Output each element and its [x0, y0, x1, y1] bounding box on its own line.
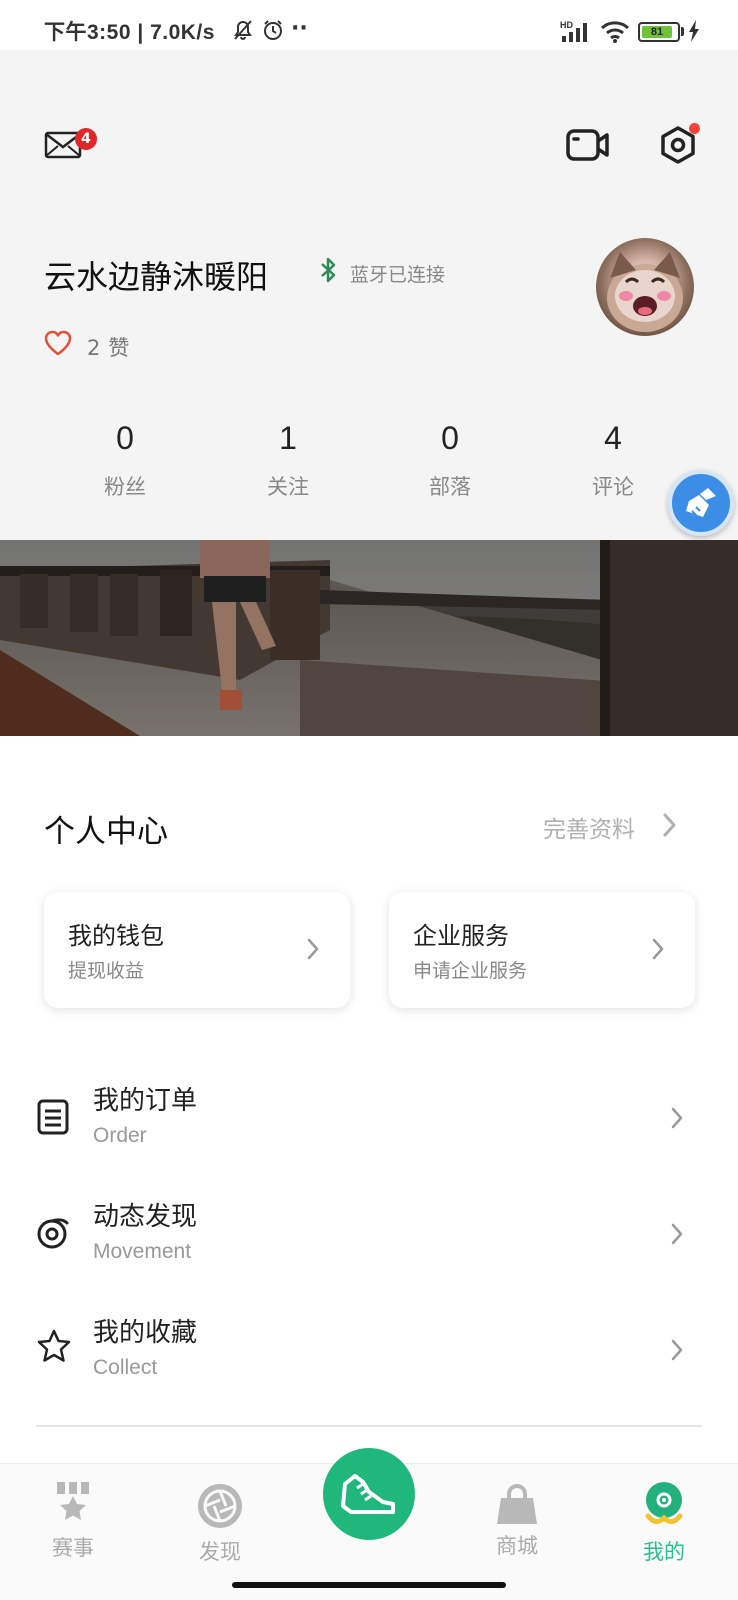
- card-subtitle: 提现收益: [68, 960, 145, 982]
- enterprise-service-card[interactable]: 企业服务 申请企业服务: [389, 892, 695, 1008]
- settings-notification-dot: [689, 123, 700, 134]
- document-icon: [37, 1099, 69, 1135]
- likes-count: 2赞: [87, 332, 129, 362]
- mail-badge: 4: [75, 128, 97, 150]
- username: 云水边静沐暖阳: [44, 258, 269, 296]
- stat-value: 0: [441, 420, 459, 456]
- stat-fans[interactable]: 0 粉丝: [65, 420, 185, 501]
- chevron-right-icon: [307, 938, 319, 960]
- video-camera-icon[interactable]: [566, 128, 610, 162]
- stat-value: 1: [279, 420, 297, 456]
- section-title: 个人中心: [44, 814, 168, 850]
- menu-row-title: 动态发现: [93, 1202, 198, 1232]
- card-subtitle: 申请企业服务: [413, 960, 528, 982]
- stat-comments[interactable]: 4 评论: [553, 420, 673, 501]
- menu-row-movement[interactable]: 动态发现 Movement: [0, 1186, 738, 1286]
- alarm-icon: [264, 20, 282, 40]
- stat-label: 粉丝: [104, 475, 146, 499]
- aperture-icon: [198, 1484, 242, 1528]
- chevron-right-icon: [671, 1223, 683, 1245]
- stat-value: 4: [604, 420, 622, 456]
- nav-label: 发现: [199, 1540, 241, 1564]
- more-indicator-icon: ··: [291, 16, 308, 41]
- home-indicator[interactable]: [232, 1582, 506, 1588]
- avatar[interactable]: [596, 238, 694, 336]
- nav-item-discover[interactable]: 发现: [170, 1482, 270, 1572]
- stat-tribe[interactable]: 0 部落: [390, 420, 510, 501]
- menu-row-subtitle: Movement: [93, 1240, 192, 1263]
- stat-label: 评论: [592, 475, 634, 499]
- menu-row-title: 我的订单: [93, 1086, 198, 1116]
- bell-muted-icon: [234, 20, 252, 40]
- profile-icon: [645, 1482, 683, 1524]
- signal-icon: HD: [560, 20, 587, 42]
- card-title: 我的钱包: [68, 922, 164, 950]
- stat-label: 部落: [429, 475, 471, 499]
- likes-number: 2: [87, 336, 101, 360]
- chevron-right-icon: [671, 1107, 683, 1129]
- battery-icon: 81: [638, 22, 680, 42]
- nav-label: 赛事: [52, 1536, 94, 1560]
- nav-item-mall[interactable]: 商城: [467, 1480, 567, 1570]
- running-shoe-icon: [341, 1474, 395, 1514]
- chevron-right-icon: [671, 1339, 683, 1361]
- nav-label: 我的: [643, 1540, 685, 1564]
- wallet-card[interactable]: 我的钱包 提现收益: [44, 892, 350, 1008]
- svg-text:HD: HD: [560, 20, 573, 30]
- battery-cap: [681, 27, 684, 36]
- discover-icon: [37, 1218, 69, 1249]
- stat-following[interactable]: 1 关注: [228, 420, 348, 501]
- menu-row-subtitle: Collect: [93, 1356, 158, 1379]
- nav-item-mine[interactable]: 我的: [614, 1480, 714, 1572]
- complete-profile-link[interactable]: 完善资料: [543, 810, 635, 844]
- cat-avatar-image: [607, 252, 683, 332]
- menu-row-orders[interactable]: 我的订单 Order: [0, 1070, 738, 1170]
- menu-row-collect[interactable]: 我的收藏 Collect: [0, 1302, 738, 1402]
- nav-item-events[interactable]: 赛事: [23, 1480, 123, 1570]
- stat-label: 关注: [267, 475, 309, 499]
- stat-value: 0: [116, 420, 134, 456]
- menu-row-subtitle: Order: [93, 1124, 147, 1147]
- heart-icon[interactable]: [44, 330, 72, 356]
- battery-level: 81: [642, 26, 672, 38]
- nav-label: 商城: [496, 1534, 538, 1558]
- likes-unit: 赞: [108, 336, 130, 360]
- star-icon: [37, 1329, 71, 1362]
- card-title: 企业服务: [413, 922, 509, 950]
- start-run-button[interactable]: [323, 1448, 415, 1540]
- bluetooth-icon: [321, 257, 336, 283]
- chevron-right-icon: [652, 938, 664, 960]
- wifi-icon: [600, 21, 630, 43]
- divider: [36, 1425, 702, 1427]
- broom-icon: [686, 488, 716, 517]
- shopping-bag-icon: [497, 1484, 537, 1524]
- trophy-icon: [57, 1482, 89, 1520]
- chevron-right-icon: [663, 813, 676, 837]
- status-time-speed: 下午3:50 | 7.0K/s: [44, 21, 215, 44]
- bluetooth-status: 蓝牙已连接: [350, 264, 446, 286]
- banner-image: [0, 540, 738, 736]
- running-promenade-image: [0, 540, 738, 736]
- charging-bolt-icon: [689, 20, 699, 42]
- menu-row-title: 我的收藏: [93, 1318, 198, 1348]
- clean-floating-button[interactable]: [668, 470, 734, 536]
- status-bar: 下午3:50 | 7.0K/s ·· HD 81: [0, 0, 738, 50]
